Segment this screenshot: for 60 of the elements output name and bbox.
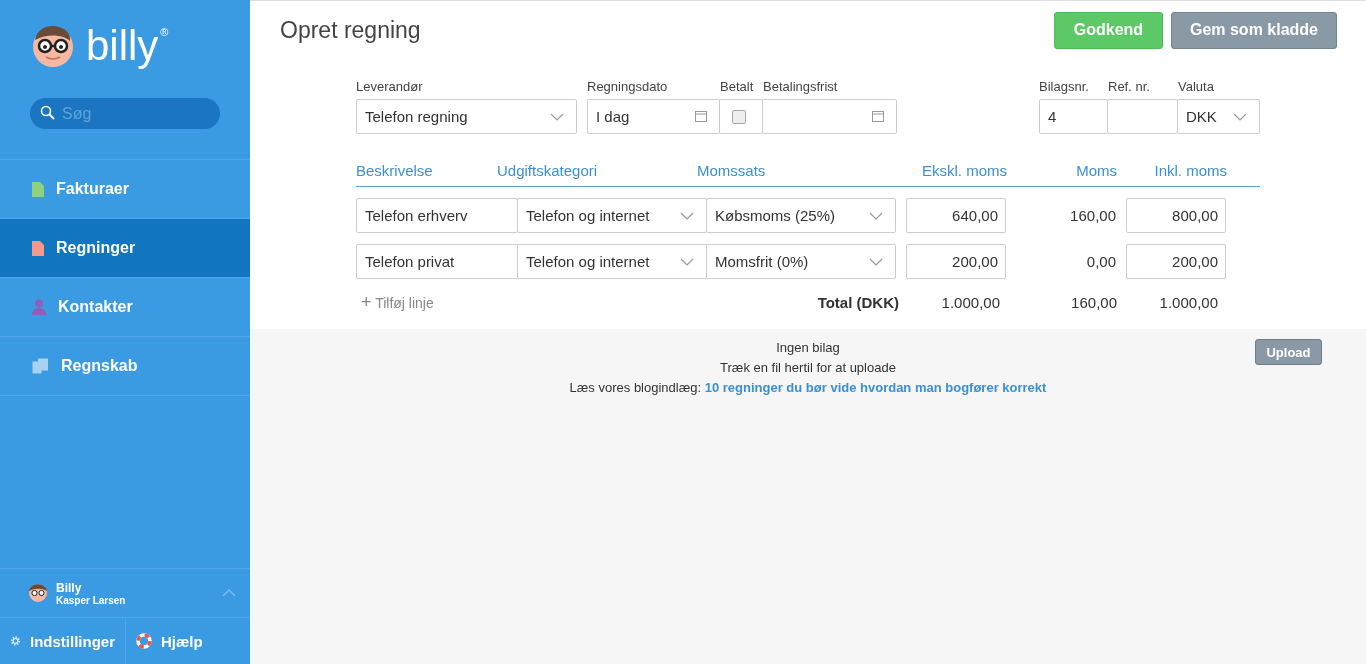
calendar-icon [872, 111, 884, 122]
field-label: Betalt [720, 79, 755, 95]
chevron-down-icon [1233, 112, 1247, 121]
settings-icon [10, 633, 21, 649]
description-field[interactable]: Telefon privat [356, 244, 518, 279]
column-header: Ekskl. moms [921, 162, 1007, 181]
total-value: 1.000,00 [940, 293, 1000, 311]
total-value: 160,00 [1070, 293, 1117, 311]
amount-field[interactable]: 800,00 [1126, 198, 1226, 233]
voucher-number-field[interactable]: 4 [1039, 99, 1108, 134]
add-line-link[interactable]: + Tilføj linje [356, 291, 541, 313]
lifebuoy-icon [136, 633, 152, 649]
field-label: Betalingsfrist [763, 79, 839, 95]
reference-field[interactable] [1107, 99, 1178, 134]
vat-amount: 0,00 [1085, 253, 1116, 270]
user-name: Billy [56, 580, 83, 595]
column-header: Udgiftskategori [497, 162, 599, 181]
category-select[interactable]: Telefon og internet [517, 198, 707, 233]
description-field[interactable]: Telefon erhverv [356, 198, 518, 233]
search-field[interactable]: Søg [30, 98, 220, 129]
supplier-select[interactable]: Telefon regning [356, 99, 577, 134]
due-date-field[interactable] [762, 99, 897, 134]
chevron-down-icon [680, 257, 694, 266]
column-header: Momssats [697, 162, 767, 181]
blog-text: Læs vores blogindlæg: 10 regninger du bør vide hvordan man bogfører korrekt [569, 380, 1047, 395]
amount-field[interactable]: 200,00 [1126, 244, 1226, 279]
field-label: Ref. nr. [1108, 79, 1151, 95]
page-title: Opret regning [280, 16, 421, 44]
chevron-up-icon [222, 589, 236, 597]
field-label: Regningsdato [587, 79, 669, 95]
column-header: Beskrivelse [356, 162, 434, 181]
empty-message: Ingen bilag [776, 340, 840, 355]
vat-amount: 160,00 [1069, 207, 1116, 224]
amount-field[interactable]: 200,00 [906, 244, 1006, 279]
sidebar-item[interactable]: Regninger [0, 219, 250, 278]
total-value: 1.000,00 [1158, 293, 1218, 311]
paid-checkbox[interactable] [732, 109, 746, 124]
search-icon [40, 105, 56, 121]
chevron-down-icon [869, 257, 883, 266]
column-header: Moms [1075, 162, 1117, 181]
drop-hint: Træk en fil hertil for at uploade [720, 360, 896, 375]
total-label: Total (DKK) [816, 293, 899, 311]
amount-field[interactable]: 640,00 [906, 198, 1006, 233]
registered-mark: ® [160, 26, 169, 38]
logo-wordmark: billy [86, 22, 159, 70]
chevron-down-icon [680, 211, 694, 220]
date-field[interactable]: I dag [587, 99, 720, 134]
field-label: Valuta [1178, 79, 1215, 95]
field-label: Bilagsnr. [1039, 79, 1090, 95]
calendar-icon [695, 111, 707, 122]
chevron-down-icon [550, 112, 564, 121]
column-header: Inkl. moms [1153, 162, 1227, 181]
chevron-down-icon [869, 211, 883, 220]
vat-rate-select[interactable]: Momsfrit (0%) [706, 244, 896, 279]
field-label: Leverandør [356, 79, 424, 95]
avatar-icon [28, 583, 48, 603]
category-select[interactable]: Telefon og internet [517, 244, 707, 279]
currency-select[interactable]: DKK [1177, 99, 1260, 134]
user-subtitle: Kasper Larsen [56, 594, 127, 606]
vat-rate-select[interactable]: Købsmoms (25%) [706, 198, 896, 233]
